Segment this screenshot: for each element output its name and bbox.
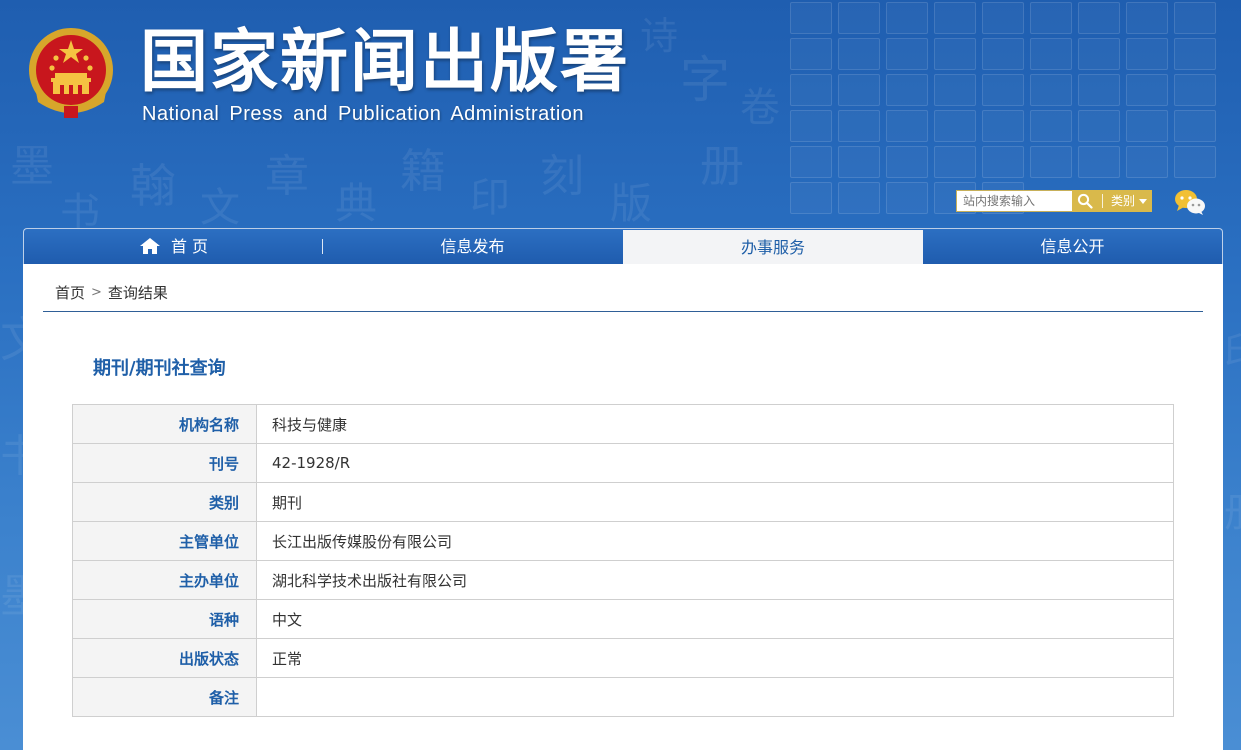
nav-item-services[interactable]: 办事服务 [623, 230, 923, 264]
field-value: 正常 [256, 638, 1174, 678]
field-value: 42-1928/R [256, 443, 1174, 483]
field-value: 期刊 [256, 482, 1174, 522]
field-value: 中文 [256, 599, 1174, 639]
table-row: 主办单位 湖北科学技术出版社有限公司 [72, 560, 1174, 600]
field-value: 湖北科学技术出版社有限公司 [256, 560, 1174, 600]
search-input[interactable] [956, 190, 1073, 212]
site-title: 国家新闻出版署 [140, 23, 631, 102]
nav-item-label: 办事服务 [740, 238, 805, 257]
field-label: 主办单位 [72, 560, 257, 600]
search-button[interactable] [1072, 190, 1098, 212]
field-label: 出版状态 [72, 638, 257, 678]
site-search: 类别 [956, 190, 1152, 212]
section-title: 期刊/期刊社查询 [93, 358, 226, 379]
main-nav: 首 页 信息发布 办事服务 信息公开 [23, 228, 1223, 264]
breadcrumb: 首页 > 查询结果 [55, 282, 168, 303]
nav-item-label: 首 页 [170, 237, 209, 256]
nav-item-home[interactable]: 首 页 [24, 229, 323, 264]
result-table: 机构名称 科技与健康 刊号 42-1928/R 类别 期刊 主管单位 长江出版传… [72, 404, 1174, 717]
site-header: 国家新闻出版署 National Press and Publication A… [0, 0, 1241, 228]
search-icon [1077, 193, 1093, 209]
wechat-icon[interactable] [1174, 188, 1206, 216]
field-label: 备注 [72, 677, 257, 717]
field-value: 长江出版传媒股份有限公司 [256, 521, 1174, 561]
category-separator [1102, 194, 1103, 208]
field-label: 刊号 [72, 443, 257, 483]
breadcrumb-divider [43, 311, 1203, 312]
breadcrumb-current: 查询结果 [107, 284, 168, 302]
breadcrumb-home-link[interactable]: 首页 [55, 284, 85, 302]
nav-item-info-release[interactable]: 信息发布 [323, 229, 622, 264]
category-label: 类别 [1111, 194, 1136, 208]
table-row: 主管单位 长江出版传媒股份有限公司 [72, 521, 1174, 561]
field-label: 类别 [72, 482, 257, 522]
table-row: 语种 中文 [72, 599, 1174, 639]
field-label: 机构名称 [72, 404, 257, 444]
content-panel: 首页 > 查询结果 期刊/期刊社查询 机构名称 科技与健康 刊号 42-1928/R… [23, 264, 1223, 750]
nav-item-label: 信息发布 [440, 237, 505, 256]
breadcrumb-separator: > [91, 285, 102, 300]
table-row: 备注 [72, 677, 1174, 717]
site-subtitle: National Press and Publication Administr… [142, 103, 585, 125]
field-label: 语种 [72, 599, 257, 639]
table-row: 刊号 42-1928/R [72, 443, 1174, 483]
table-row: 机构名称 科技与健康 [72, 404, 1174, 444]
national-emblem-icon[interactable] [24, 26, 118, 124]
table-row: 出版状态 正常 [72, 638, 1174, 678]
nav-item-label: 信息公开 [1040, 237, 1105, 256]
nav-item-info-disclosure[interactable]: 信息公开 [923, 229, 1222, 264]
caret-down-icon [1139, 199, 1147, 204]
table-row: 类别 期刊 [72, 482, 1174, 522]
home-icon [139, 238, 160, 254]
category-dropdown[interactable]: 类别 [1098, 190, 1152, 212]
field-value: 科技与健康 [256, 404, 1174, 444]
field-value [256, 677, 1174, 717]
field-label: 主管单位 [72, 521, 257, 561]
